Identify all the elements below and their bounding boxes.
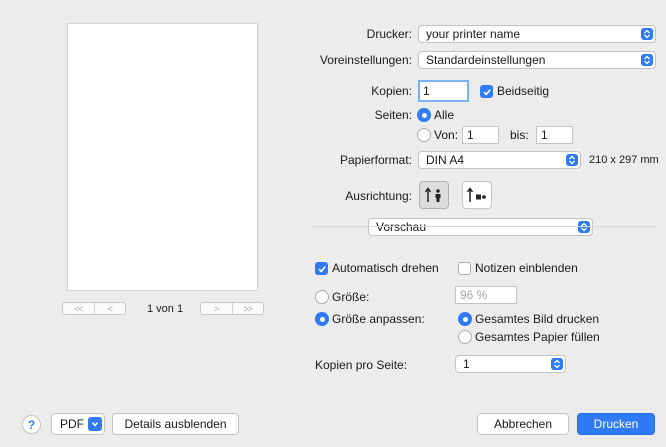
paper-dimensions: 210 x 297 mm: [589, 154, 659, 166]
up-down-arrows-icon: [641, 28, 653, 40]
help-icon: ?: [27, 417, 36, 432]
copies-label: Kopien:: [371, 84, 412, 98]
auto-rotate-checkbox[interactable]: [315, 262, 328, 275]
preview-nav-back-group: << <: [62, 302, 126, 315]
duplex-checkbox[interactable]: [480, 85, 493, 98]
printer-label: Drucker:: [366, 27, 412, 41]
checkmark-icon: [482, 88, 491, 96]
preview-nav-forward-group: > >>: [200, 302, 264, 315]
help-button[interactable]: ?: [22, 415, 41, 434]
orientation-portrait-button[interactable]: [419, 181, 449, 209]
section-popup[interactable]: Vorschau: [368, 218, 593, 236]
scale-to-fit-label: Größe anpassen:: [332, 312, 425, 326]
page-indicator: 1 von 1: [147, 303, 184, 315]
paper-size-label: Papierformat:: [339, 153, 412, 167]
size-label: Größe:: [332, 290, 370, 304]
copies-field[interactable]: 1: [418, 80, 469, 102]
scale-to-fit-radio[interactable]: [315, 312, 329, 326]
checkmark-icon: [317, 265, 326, 273]
presets-popup[interactable]: Standardeinstellungen: [418, 51, 656, 69]
pages-to-field[interactable]: 1: [536, 126, 573, 144]
hide-details-button[interactable]: Details ausblenden: [112, 413, 239, 435]
first-page-button[interactable]: <<: [63, 303, 94, 314]
orientation-landscape-button[interactable]: [462, 181, 492, 209]
pdf-label: PDF: [60, 417, 84, 431]
last-page-button[interactable]: >>: [231, 303, 264, 314]
pdf-menu-button[interactable]: PDF: [51, 413, 105, 435]
paper-size-popup[interactable]: DIN A4: [418, 151, 581, 169]
fill-entire-paper-label: Gesamtes Papier füllen: [475, 330, 600, 344]
print-preview-page: [67, 23, 258, 291]
duplex-label: Beidseitig: [497, 84, 550, 98]
copies-per-page-value: 1: [463, 357, 470, 371]
copies-per-page-label: Kopien pro Seite:: [315, 358, 408, 372]
up-down-arrows-icon: [578, 221, 590, 233]
printer-value: your printer name: [426, 27, 521, 41]
show-notes-label: Notizen einblenden: [475, 261, 578, 275]
portrait-icon: [424, 187, 441, 202]
section-separator: [313, 226, 656, 227]
size-field[interactable]: 96 %: [455, 286, 517, 304]
print-entire-image-label: Gesamtes Bild drucken: [475, 312, 600, 326]
pages-all-radio[interactable]: [417, 108, 431, 122]
section-popup-value: Vorschau: [376, 220, 427, 234]
presets-value: Standardeinstellungen: [426, 53, 546, 67]
landscape-icon: [466, 187, 486, 202]
pages-from-label: Von:: [434, 128, 459, 142]
pages-range-radio[interactable]: [417, 128, 431, 142]
printer-popup[interactable]: your printer name: [418, 25, 656, 43]
pages-from-field[interactable]: 1: [462, 126, 499, 144]
chevron-down-icon: [88, 417, 102, 431]
up-down-arrows-icon: [641, 54, 653, 66]
next-page-button[interactable]: >: [201, 303, 232, 314]
pages-to-label: bis:: [510, 128, 529, 142]
auto-rotate-label: Automatisch drehen: [332, 261, 439, 275]
orientation-label: Ausrichtung:: [345, 189, 412, 203]
size-radio[interactable]: [315, 290, 329, 304]
fill-entire-paper-radio[interactable]: [458, 330, 472, 344]
pages-all-label: Alle: [434, 108, 455, 122]
show-notes-checkbox[interactable]: [458, 262, 471, 275]
up-down-arrows-icon: [551, 358, 563, 370]
copies-per-page-popup[interactable]: 1: [455, 355, 566, 373]
print-button[interactable]: Drucken: [577, 413, 655, 435]
presets-label: Voreinstellungen:: [319, 53, 412, 67]
paper-size-value: DIN A4: [426, 153, 465, 167]
cancel-button[interactable]: Abbrechen: [477, 413, 569, 435]
previous-page-button[interactable]: <: [93, 303, 126, 314]
up-down-arrows-icon: [566, 154, 578, 166]
pages-label: Seiten:: [374, 108, 412, 122]
print-entire-image-radio[interactable]: [458, 312, 472, 326]
